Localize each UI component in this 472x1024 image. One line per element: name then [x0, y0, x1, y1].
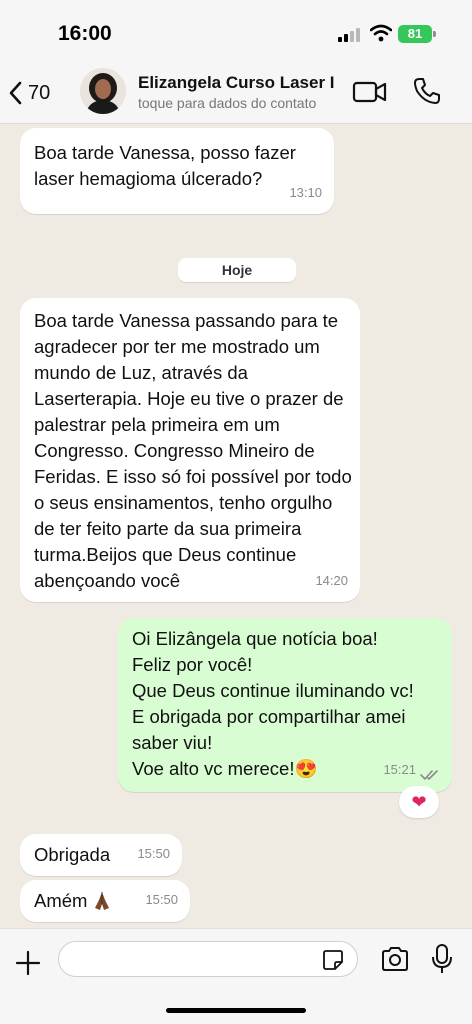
phone-icon[interactable]	[412, 76, 442, 106]
message-bubble-incoming[interactable]: Obrigada 15:50	[20, 834, 182, 876]
heart-reaction[interactable]: ❤	[399, 786, 439, 818]
sticker-icon[interactable]	[322, 949, 344, 971]
message-bubble-incoming[interactable]: Amém 15:50	[20, 880, 190, 922]
message-time: 14:20	[315, 573, 348, 588]
battery-tip	[433, 31, 436, 37]
message-bubble-outgoing[interactable]: Oi Elizângela que notícia boa! Feliz por…	[118, 618, 452, 792]
avatar-image	[80, 68, 126, 114]
status-time: 16:00	[58, 22, 112, 45]
avatar[interactable]	[80, 68, 126, 114]
camera-icon[interactable]	[380, 945, 410, 973]
double-check-icon	[420, 770, 438, 781]
chat-header: 70 Elizangela Curso Laser I toque para d…	[0, 62, 472, 124]
cellular-signal-icon	[338, 28, 364, 42]
battery-indicator: 81	[398, 25, 432, 43]
message-time: 15:50	[137, 846, 170, 861]
message-time: 15:50	[145, 892, 178, 907]
message-text: Boa tarde Vanessa passando para te agrad…	[34, 310, 352, 591]
chevron-left-icon	[9, 81, 22, 105]
video-call-icon[interactable]	[352, 78, 388, 106]
message-time: 15:21	[383, 762, 416, 777]
message-text: Boa tarde Vanessa, posso fazer laser hem…	[34, 142, 296, 189]
message-bubble-incoming[interactable]: Boa tarde Vanessa passando para te agrad…	[20, 298, 360, 602]
status-bar: 16:00 81	[0, 0, 472, 62]
microphone-icon[interactable]	[430, 943, 454, 975]
unread-count: 70	[28, 81, 51, 104]
contact-name[interactable]: Elizangela Curso Laser I	[138, 73, 338, 93]
message-bubble-incoming[interactable]: Boa tarde Vanessa, posso fazer laser hem…	[20, 128, 334, 214]
message-time: 13:10	[289, 185, 322, 200]
pray-icon	[95, 892, 110, 910]
contact-subtitle[interactable]: toque para dados do contato	[138, 95, 338, 111]
date-separator: Hoje	[178, 258, 296, 282]
message-input[interactable]	[58, 941, 358, 977]
plus-icon[interactable]	[14, 949, 42, 977]
message-text-content: Amém	[34, 890, 88, 911]
back-button[interactable]: 70	[8, 76, 68, 110]
home-indicator	[166, 1008, 306, 1013]
wifi-icon	[370, 24, 392, 42]
